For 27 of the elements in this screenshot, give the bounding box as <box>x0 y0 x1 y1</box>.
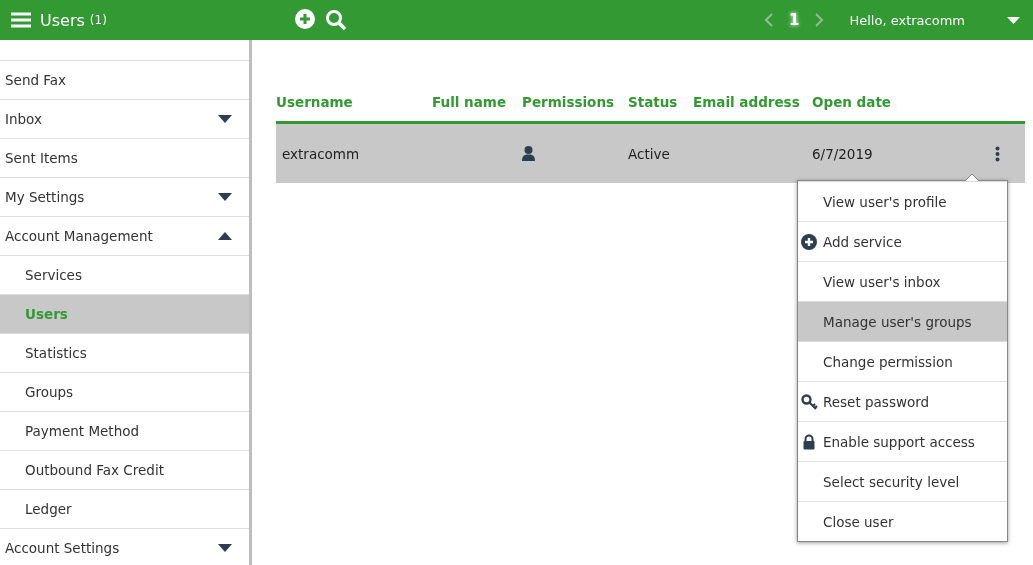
menu-item[interactable]: Reset password <box>798 381 1007 421</box>
menu-item[interactable]: View user's profile <box>798 181 1007 221</box>
table-row[interactable]: extracomm Active 6/7/2019 <box>276 124 1025 183</box>
search-icon[interactable] <box>324 9 347 31</box>
more-options-icon[interactable] <box>995 145 1000 162</box>
table-cell: Active <box>628 145 670 162</box>
menu-icon[interactable] <box>11 12 31 28</box>
user-count: (1) <box>89 13 107 27</box>
table-cell: extracomm <box>282 145 360 162</box>
caret-down-icon <box>218 115 232 123</box>
menu-item[interactable]: Close user <box>798 501 1007 541</box>
menu-item[interactable]: Add service <box>798 221 1007 261</box>
menu-item[interactable]: Manage user's groups <box>798 301 1007 341</box>
caret-down-icon <box>218 544 232 552</box>
menu-item[interactable]: Change permission <box>798 341 1007 381</box>
caret-up-icon <box>218 232 232 240</box>
menu-item[interactable]: Select security level <box>798 461 1007 501</box>
page-number: 1 <box>789 11 800 29</box>
caret-down-icon <box>218 193 232 201</box>
table-cell: 6/7/2019 <box>812 145 873 162</box>
caret-down-icon[interactable] <box>1007 16 1020 24</box>
menu-item[interactable]: Enable support access <box>798 421 1007 461</box>
user-greeting[interactable]: Hello, extracomm <box>849 12 965 28</box>
menu-item[interactable]: View user's inbox <box>798 261 1007 301</box>
add-icon[interactable] <box>294 9 315 31</box>
page-title: Users <box>40 10 85 30</box>
user-icon <box>522 146 535 161</box>
